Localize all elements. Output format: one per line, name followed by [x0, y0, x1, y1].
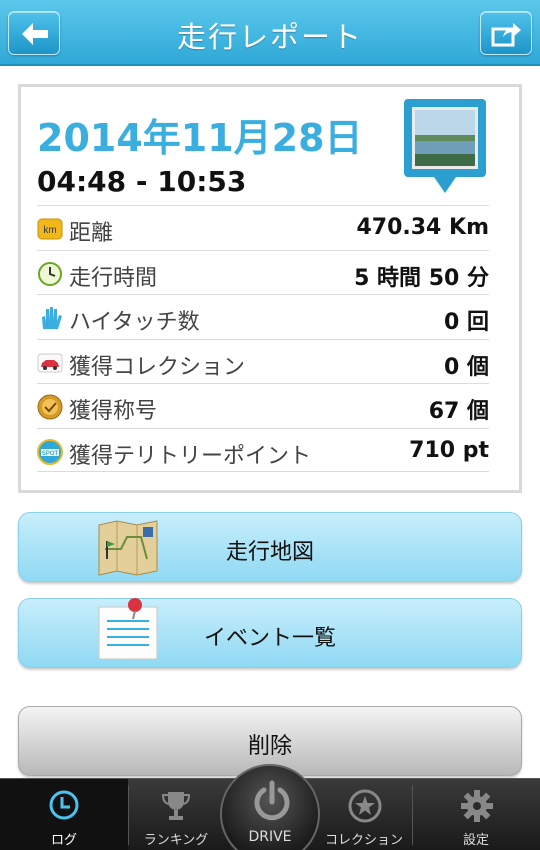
driving-map-button[interactable]: 走行地図 [18, 512, 522, 582]
report-card: 2014年11月28日 04:48 - 10:53 km 距離 470.34 K… [18, 84, 522, 493]
stat-row-high-touch: ハイタッチ数 0 回 [37, 294, 489, 339]
stat-value: 0 回 [444, 310, 489, 335]
power-icon [254, 780, 290, 821]
tab-label: ログ [50, 833, 77, 848]
app-header: 走行レポート [0, 0, 540, 66]
stat-label: 走行時間 [69, 265, 158, 291]
delete-label: 削除 [247, 734, 292, 759]
star-icon [348, 789, 382, 823]
trophy-icon [161, 792, 191, 820]
report-stats-list: km 距離 470.34 Km 走行時間 5 時間 50 分 ハイタッチ数 0 … [37, 205, 489, 472]
tab-log[interactable]: ログ [0, 779, 128, 850]
stat-row-drive-time: 走行時間 5 時間 50 分 [37, 249, 489, 295]
km-icon: km [37, 218, 63, 240]
tab-collection[interactable]: コレクション [316, 779, 412, 850]
stat-value: 710 pt [409, 437, 489, 463]
event-list-label: イベント一覧 [203, 626, 336, 651]
report-date: 2014年11月28日 [37, 116, 363, 160]
tab-label: 設定 [462, 833, 489, 848]
event-list-button[interactable]: イベント一覧 [18, 598, 522, 668]
stat-row-titles: 獲得称号 67 個 [37, 383, 489, 428]
tab-label: ランキング [143, 833, 209, 848]
share-icon [491, 23, 521, 47]
stat-row-distance: km 距離 470.34 Km [37, 205, 489, 250]
stat-label: 獲得コレクション [69, 354, 246, 380]
drive-button[interactable]: DRIVE [220, 764, 320, 850]
stat-row-territory: SPOT 獲得テリトリーポイント 710 pt [37, 427, 489, 472]
clock-icon [49, 790, 79, 820]
clock-icon [38, 261, 62, 286]
stat-label: ハイタッチ数 [69, 310, 200, 335]
tab-settings[interactable]: 設定 [412, 779, 540, 850]
hand-icon [42, 307, 62, 329]
stat-value: 5 時間 50 分 [354, 265, 489, 291]
car-icon [37, 353, 63, 372]
tab-ranking[interactable]: ランキング [128, 779, 224, 850]
driving-map-label: 走行地図 [225, 540, 314, 565]
svg-text:SPOT: SPOT [42, 451, 59, 457]
stat-value: 67 個 [428, 399, 489, 424]
medal-icon [37, 394, 63, 420]
page-title: 走行レポート [176, 20, 363, 54]
svg-text:km: km [43, 225, 56, 236]
tab-label: コレクション [324, 833, 403, 848]
stat-label: 獲得テリトリーポイント [69, 443, 312, 469]
stat-value: 470.34 Km [356, 215, 489, 240]
gear-icon [461, 790, 493, 822]
share-button[interactable] [480, 11, 532, 55]
drive-label: DRIVE [248, 829, 292, 845]
stat-label: 獲得称号 [69, 399, 158, 424]
stat-value: 0 個 [444, 354, 489, 380]
report-time-range: 04:48 - 10:53 [37, 165, 247, 198]
stat-label: 距離 [69, 221, 114, 246]
photo-pin-icon[interactable] [404, 99, 486, 199]
spot-icon: SPOT [37, 438, 63, 465]
stat-row-collection: 獲得コレクション 0 個 [37, 338, 489, 384]
